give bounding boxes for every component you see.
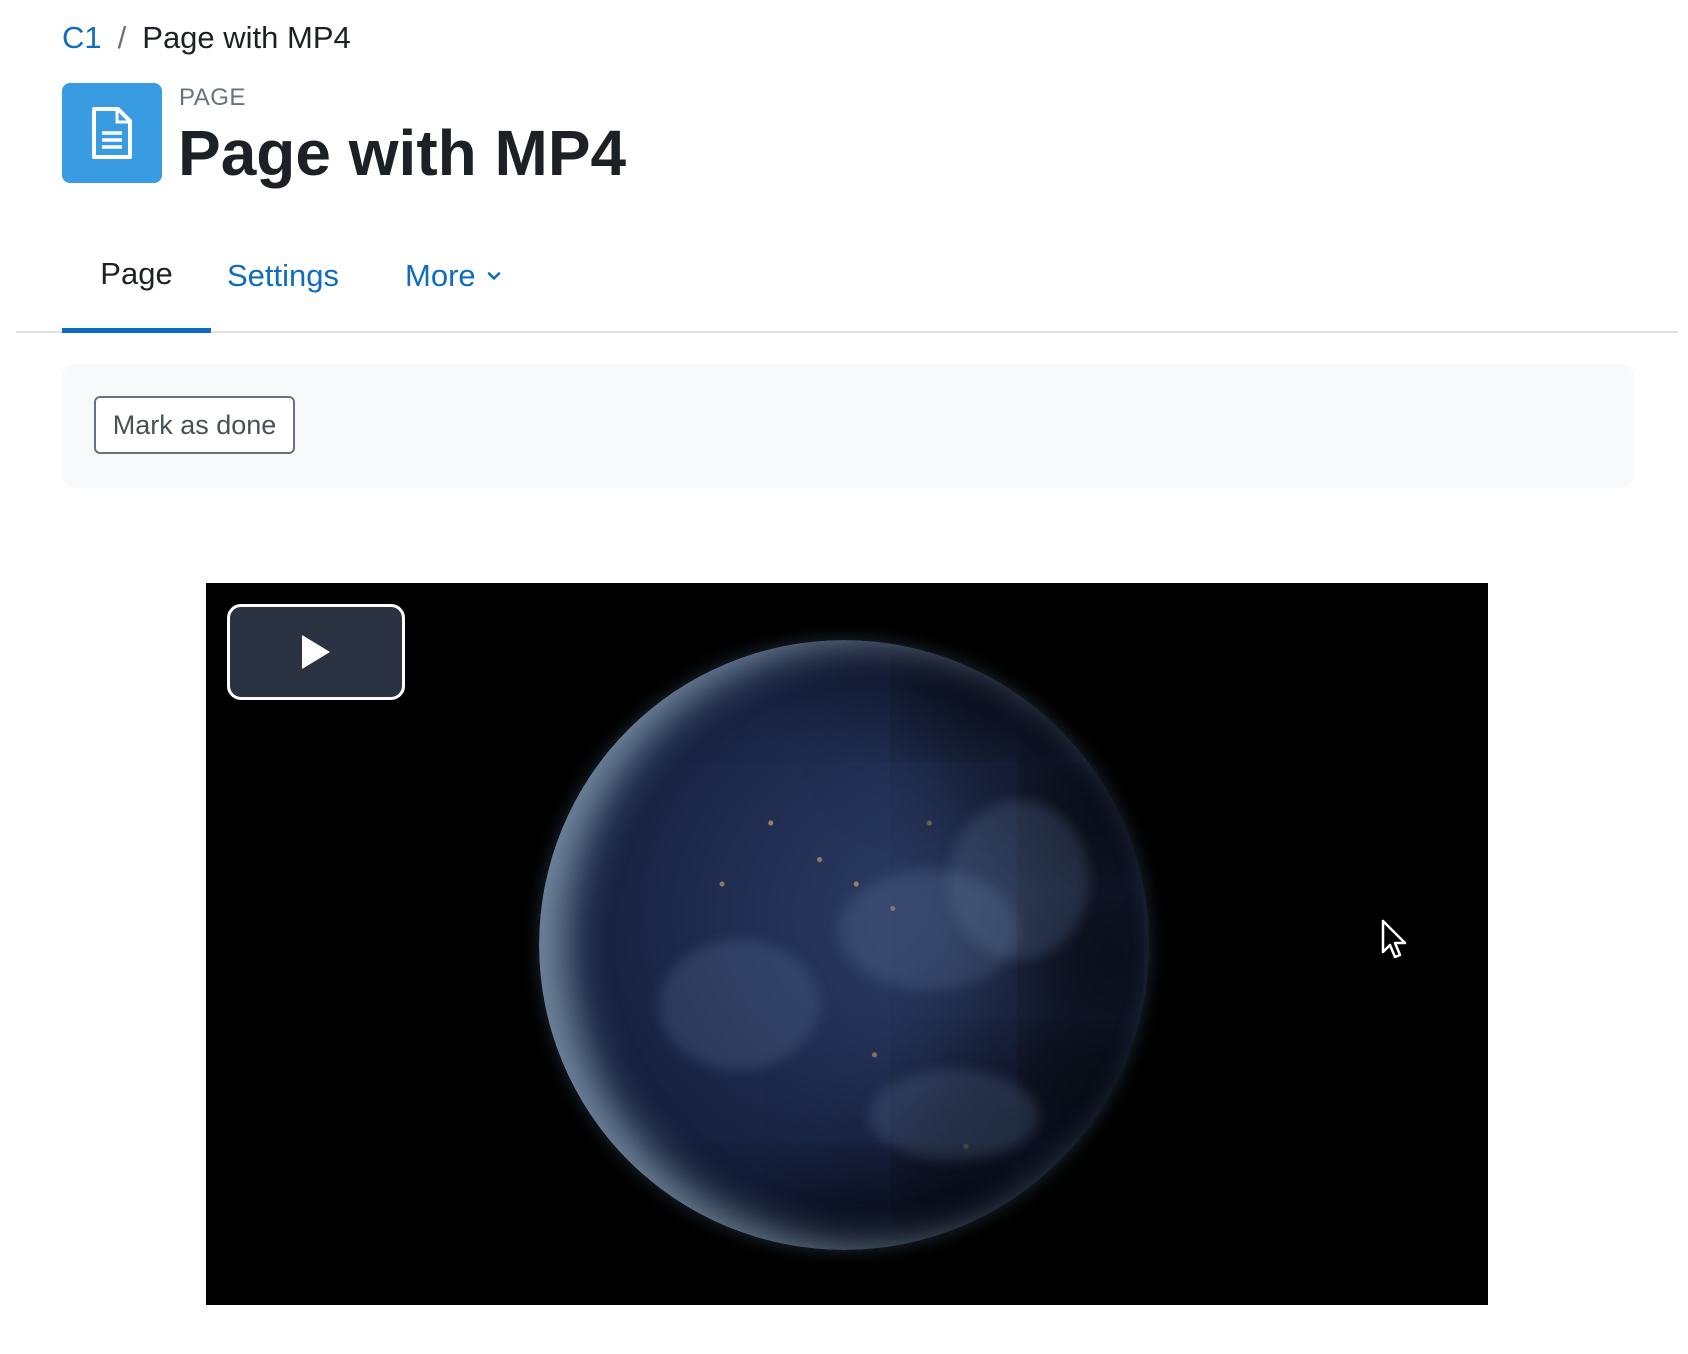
- page: C1 / Page with MP4 PAGE Page with MP4 Pa…: [0, 0, 1688, 1354]
- breadcrumb-course-link[interactable]: C1: [62, 18, 102, 58]
- tab-more-label: More: [405, 257, 476, 293]
- breadcrumb: C1 / Page with MP4: [62, 18, 351, 58]
- mark-as-done-button[interactable]: Mark as done: [94, 396, 295, 454]
- breadcrumb-current: Page with MP4: [142, 20, 351, 55]
- page-title: Page with MP4: [178, 117, 627, 189]
- secondary-navigation: Page Settings More: [16, 220, 1678, 333]
- tab-page[interactable]: Page: [62, 220, 211, 333]
- mouse-cursor-icon: [1381, 919, 1407, 959]
- tab-settings-label: Settings: [227, 257, 340, 293]
- activity-type-label: PAGE: [179, 84, 246, 111]
- video-thumbnail-globe: [539, 640, 1149, 1250]
- video-player[interactable]: [206, 583, 1488, 1305]
- document-icon: [92, 107, 132, 159]
- chevron-down-icon: [487, 271, 500, 280]
- activity-icon-tile: [62, 83, 162, 183]
- activity-completion-panel: Mark as done: [62, 364, 1634, 488]
- tab-more[interactable]: More: [405, 220, 502, 331]
- play-icon: [302, 635, 330, 669]
- tab-settings[interactable]: Settings: [227, 220, 339, 331]
- tab-page-label: Page: [100, 256, 173, 291]
- breadcrumb-separator: /: [117, 20, 127, 55]
- play-button[interactable]: [227, 604, 405, 700]
